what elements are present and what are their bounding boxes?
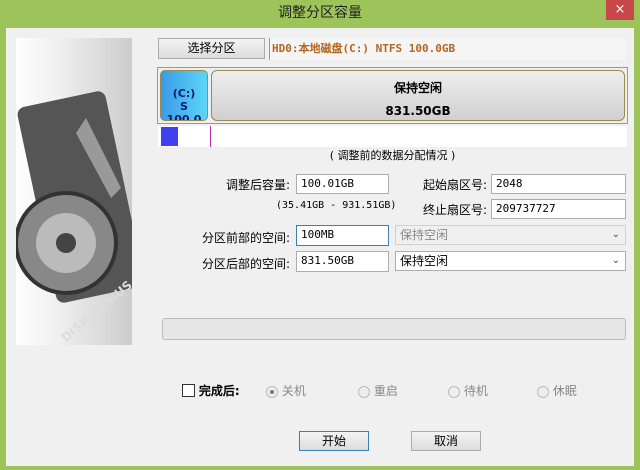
after-space-select[interactable]: 保持空闲 ⌄ <box>395 251 626 271</box>
chevron-down-icon: ⌄ <box>611 229 620 240</box>
cancel-button[interactable]: 取消 <box>411 431 481 451</box>
chevron-down-icon: ⌄ <box>611 255 620 266</box>
end-sector-input[interactable]: 209737727 <box>491 199 626 219</box>
after-space-label: 分区后部的空间: <box>201 257 290 271</box>
before-space-input[interactable]: 100MB <box>296 225 389 246</box>
radio-restart[interactable]: 重启 <box>358 382 398 399</box>
after-done-checkbox[interactable]: 完成后: <box>182 382 240 399</box>
data-distribution-bar <box>158 126 627 147</box>
radio-label: 关机 <box>281 384 306 398</box>
distribution-caption: ( 调整前的数据分配情况 ) <box>329 149 456 162</box>
free-space-block[interactable]: 保持空闲 831.50GB <box>211 70 625 121</box>
start-sector-label: 起始扇区号: <box>422 178 487 192</box>
partition-c-block[interactable]: (C:) S 100.0 <box>160 70 208 121</box>
before-space-option: 保持空闲 <box>400 228 449 242</box>
radio-label: 休眠 <box>552 384 577 398</box>
new-size-input[interactable]: 100.01GB <box>296 174 389 194</box>
free-space-label: 保持空闲 <box>393 81 442 95</box>
radio-label: 待机 <box>463 384 488 398</box>
before-space-label: 分区前部的空间: <box>201 231 290 245</box>
checkbox-box[interactable] <box>182 384 195 397</box>
after-space-input[interactable]: 831.50GB <box>296 251 389 272</box>
radio-label: 重启 <box>373 384 398 398</box>
after-done-label: 完成后: <box>198 384 240 398</box>
progress-bar <box>162 318 626 340</box>
radio-shutdown[interactable]: 关机 <box>266 382 306 399</box>
radio-icon <box>448 385 460 398</box>
before-space-select[interactable]: 保持空闲 ⌄ <box>395 225 626 245</box>
radio-icon <box>537 385 549 398</box>
select-partition-button[interactable]: 选择分区 <box>158 38 265 59</box>
size-range: (35.41GB - 931.51GB) <box>276 200 397 211</box>
after-space-option: 保持空闲 <box>400 254 449 268</box>
partition-c-size: S 100.0 <box>166 100 202 121</box>
radio-icon <box>358 385 370 398</box>
new-size-label: 调整后容量: <box>225 178 290 192</box>
disk-genius-artwork: DISK GENIUS <box>16 38 132 345</box>
radio-icon <box>266 385 278 398</box>
partition-map: (C:) S 100.0 保持空闲 831.50GB <box>157 67 628 124</box>
disk-info: HD0:本地磁盘(C:) NTFS 100.0GB <box>269 38 626 60</box>
radio-hibernate[interactable]: 休眠 <box>537 382 577 399</box>
window-title: 调整分区容量 <box>278 5 362 21</box>
start-button[interactable]: 开始 <box>299 431 369 451</box>
close-button[interactable]: × <box>606 0 634 20</box>
free-space-size: 831.50GB <box>385 104 451 118</box>
start-sector-input[interactable]: 2048 <box>491 174 626 194</box>
end-sector-label: 终止扇区号: <box>422 203 487 217</box>
radio-standby[interactable]: 待机 <box>448 382 488 399</box>
partition-c-label: (C:) <box>172 87 196 100</box>
